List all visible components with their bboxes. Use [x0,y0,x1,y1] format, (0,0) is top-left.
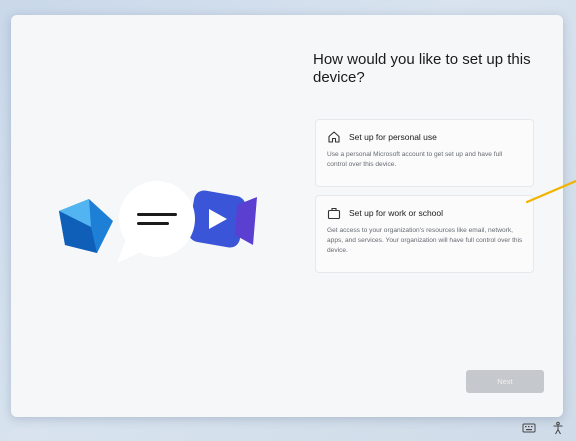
chat-bubble-icon [117,181,195,263]
home-icon [327,130,341,144]
briefcase-icon [327,206,341,220]
setup-window: How would you like to set up this device… [11,15,563,417]
personal-use-description: Use a personal Microsoft account to get … [327,151,503,168]
accessibility-icon[interactable] [551,421,565,440]
page-title: How would you like to set up this device… [313,51,531,86]
personal-use-option[interactable]: Set up for personal use Use a personal M… [315,119,534,187]
personal-use-title: Set up for personal use [349,132,437,142]
setup-illustration [59,181,257,263]
work-school-option[interactable]: Set up for work or school Get access to … [315,195,534,273]
keyboard-icon[interactable] [522,421,536,439]
work-school-description: Get access to your organization's resour… [327,227,523,254]
video-camera-icon [188,190,257,248]
mail-icon [59,199,113,253]
next-button[interactable]: Next [466,370,544,393]
work-school-title: Set up for work or school [349,208,444,218]
